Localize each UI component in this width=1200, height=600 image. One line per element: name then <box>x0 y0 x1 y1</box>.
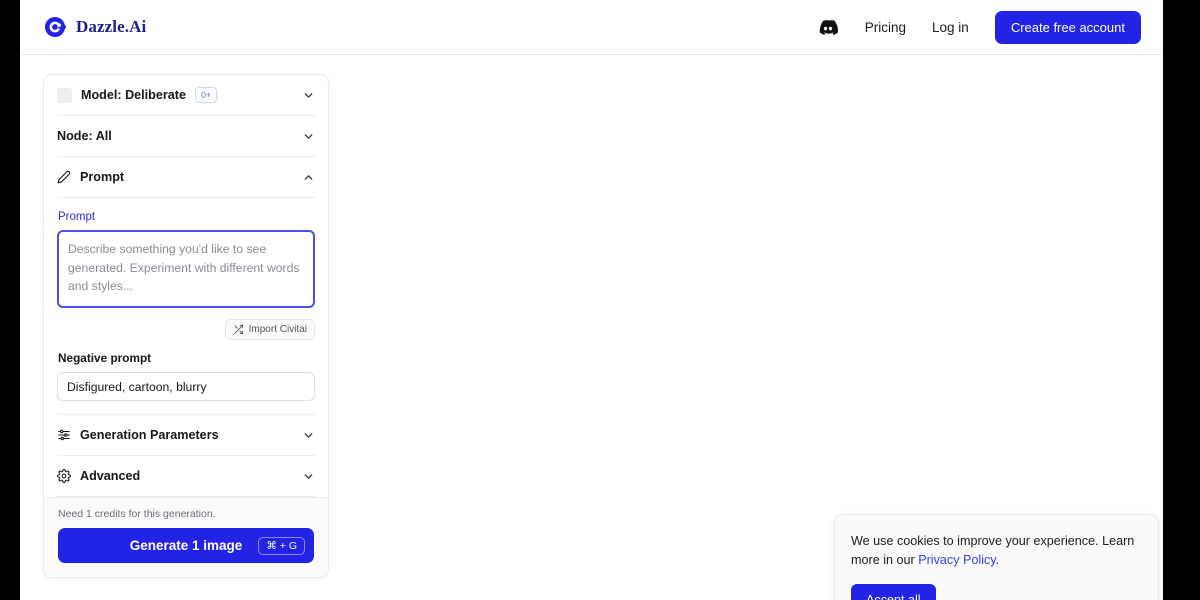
generation-parameters-label: Generation Parameters <box>80 428 219 442</box>
dazzle-logo-icon <box>44 15 68 39</box>
privacy-policy-link[interactable]: Privacy Policy <box>918 553 995 567</box>
negative-prompt-input[interactable] <box>57 372 315 401</box>
nav-link-login[interactable]: Log in <box>932 20 969 35</box>
credit-note: Need 1 credits for this generation. <box>58 508 314 520</box>
accordion-row-prompt[interactable]: Prompt <box>57 157 315 198</box>
brand-name: Dazzle.Ai <box>76 17 146 37</box>
model-count-badge: 0+ <box>195 87 217 103</box>
import-civitai-label: Import Civitai <box>249 324 307 335</box>
chevron-down-icon <box>302 89 315 102</box>
import-civitai-row: Import Civitai <box>57 319 315 340</box>
accordion-row-generation-parameters[interactable]: Generation Parameters <box>57 415 315 456</box>
shuffle-icon <box>233 324 244 335</box>
panel-sections: Model: Deliberate 0+ Node: All <box>44 75 328 497</box>
panel-footer: Need 1 credits for this generation. Gene… <box>44 497 328 577</box>
header-nav: Pricing Log in Create free account <box>817 11 1141 44</box>
gear-icon <box>57 469 71 483</box>
discord-icon[interactable] <box>817 16 839 38</box>
cookie-consent-banner: We use cookies to improve your experienc… <box>834 514 1159 600</box>
model-thumbnail <box>57 88 72 103</box>
cookie-message: We use cookies to improve your experienc… <box>851 532 1142 570</box>
chevron-down-icon <box>302 470 315 483</box>
prompt-section-content: Prompt Import Civitai Negative prompt <box>57 211 315 415</box>
page-root: Dazzle.Ai Pricing Log in Create free acc… <box>20 0 1163 600</box>
generation-settings-panel: Model: Deliberate 0+ Node: All <box>43 74 329 578</box>
sliders-icon <box>57 428 71 442</box>
cookie-text-after-link: . <box>996 553 1000 567</box>
create-free-account-button[interactable]: Create free account <box>995 11 1141 44</box>
chevron-down-icon <box>302 429 315 442</box>
prompt-section-label: Prompt <box>80 170 124 184</box>
generate-button-label: Generate 1 image <box>130 538 243 553</box>
main-content-area: Model: Deliberate 0+ Node: All <box>20 55 1163 600</box>
accordion-row-advanced[interactable]: Advanced <box>57 456 315 497</box>
generate-image-button[interactable]: Generate 1 image ⌘ + G <box>58 528 314 563</box>
pencil-icon <box>57 170 71 184</box>
prompt-input[interactable] <box>57 230 315 308</box>
import-civitai-button[interactable]: Import Civitai <box>225 319 315 340</box>
generate-shortcut-badge: ⌘ + G <box>258 537 305 555</box>
prompt-field-label: Prompt <box>58 211 315 223</box>
chevron-down-icon <box>302 130 315 143</box>
accordion-row-model[interactable]: Model: Deliberate 0+ <box>57 75 315 116</box>
chevron-up-icon <box>302 171 315 184</box>
accept-all-cookies-button[interactable]: Accept all <box>851 584 936 600</box>
nav-link-pricing[interactable]: Pricing <box>865 20 906 35</box>
node-row-label: Node: All <box>57 129 112 143</box>
viewport: Dazzle.Ai Pricing Log in Create free acc… <box>0 0 1200 600</box>
site-header: Dazzle.Ai Pricing Log in Create free acc… <box>20 0 1163 55</box>
accordion-row-node[interactable]: Node: All <box>57 116 315 157</box>
advanced-label: Advanced <box>80 469 140 483</box>
negative-prompt-label: Negative prompt <box>58 351 315 365</box>
model-row-label: Model: Deliberate <box>81 88 186 102</box>
brand-logo[interactable]: Dazzle.Ai <box>44 15 146 39</box>
